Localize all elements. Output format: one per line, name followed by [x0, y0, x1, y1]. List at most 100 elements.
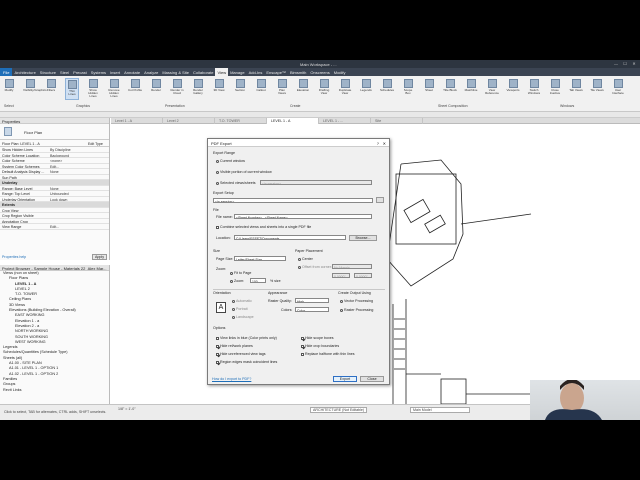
ribbon-button[interactable]: Section [233, 78, 247, 100]
ribbon-button[interactable]: Modify [2, 78, 16, 100]
portrait-label: Portrait [236, 307, 248, 311]
ribbon-button-label: Filters [46, 88, 56, 92]
apply-button[interactable]: Apply [92, 254, 107, 260]
ribbon-button[interactable]: View Reference [485, 78, 499, 100]
ribbon-button[interactable]: Sheet [422, 78, 436, 100]
ribbon-button[interactable]: Plan Views [275, 78, 289, 100]
ribbon-button[interactable]: Scope Box [401, 78, 415, 100]
property-value[interactable]: Edit... [50, 225, 100, 229]
design-option-selector[interactable]: Main Model [410, 407, 470, 413]
ribbon-button[interactable]: Duplicate View [338, 78, 352, 100]
center-radio[interactable]: Center [298, 257, 313, 261]
ribbon-button[interactable]: Tile Views [590, 78, 604, 100]
close-dialog-button[interactable]: Close [360, 376, 384, 382]
ribbon-button[interactable]: Thin Lines [65, 78, 79, 100]
dialog-close-icon[interactable]: ✕ [383, 141, 386, 146]
zoom-radio[interactable]: Zoom: [230, 279, 244, 283]
colors-select[interactable]: Color [295, 307, 329, 312]
ribbon-button[interactable]: Title Block [443, 78, 457, 100]
ribbon-button[interactable]: Show Hidden Lines [86, 78, 100, 100]
ribbon-button[interactable]: Filters [44, 78, 58, 100]
type-selector[interactable]: Floor Plan [0, 124, 109, 140]
page-size-select[interactable]: Letter/Sheet Size [234, 256, 286, 261]
property-value[interactable]: None [50, 170, 100, 174]
letterbox-bottom [0, 420, 640, 480]
export-button[interactable]: Export [333, 376, 357, 382]
offset-y-input[interactable]: 0.0000" [354, 273, 372, 278]
ribbon-button[interactable]: Viewports [506, 78, 520, 100]
radio-icon [232, 299, 235, 303]
instance-selector[interactable]: Floor Plan: LEVEL 1 - A [2, 142, 40, 146]
property-row[interactable]: View Range Edit... [0, 224, 109, 230]
property-value[interactable]: Look down [50, 198, 100, 202]
landscape-radio[interactable]: Landscape [232, 315, 254, 319]
offset-x-input[interactable]: 0.0000" [332, 273, 350, 278]
appearance-label: Appearance [268, 291, 288, 295]
edit-type-button[interactable]: Edit Type [88, 142, 103, 146]
selected-views-field[interactable]: <in session> [260, 180, 372, 185]
property-value[interactable]: Edit... [50, 165, 100, 169]
hide-unref-tags-checkbox[interactable]: Hide unreferenced view tags [216, 352, 266, 356]
ribbon-button[interactable]: Schedules [380, 78, 394, 100]
region-edges-checkbox[interactable]: Region edges mask coincident lines [216, 360, 277, 364]
ribbon-button[interactable]: User Interface [611, 78, 625, 100]
ribbon-button[interactable]: Render Gallery [191, 78, 205, 100]
replace-halftone-checkbox[interactable]: Replace halftone with thin lines [301, 352, 355, 356]
combine-checkbox[interactable]: Combine selected views and sheets into a… [216, 225, 311, 229]
browser-item[interactable]: Revit Links [0, 388, 109, 393]
ribbon-button[interactable]: Legends [359, 78, 373, 100]
visible-portion-radio[interactable]: Visible portion of current window [216, 170, 272, 174]
ribbon-button[interactable]: Drafting View [317, 78, 331, 100]
ribbon-button[interactable]: Render [149, 78, 163, 100]
ribbon-icon [256, 79, 266, 88]
zoom-input[interactable]: 100 [250, 278, 266, 283]
ribbon-button[interactable]: Cut Profile [128, 78, 142, 100]
offset-radio[interactable]: Offset from corner: [298, 265, 332, 269]
hide-crop-checkbox[interactable]: Hide crop boundaries [301, 344, 339, 348]
margin-select[interactable]: No Margin [332, 264, 372, 269]
selected-views-radio[interactable]: Selected views/sheets [216, 181, 256, 185]
ribbon-button[interactable]: Remove Hidden Lines [107, 78, 121, 100]
how-to-export-link[interactable]: How do I export to PDF? [212, 377, 251, 381]
ribbon-button-label: Section [234, 88, 245, 92]
location-input[interactable]: C:\Users\ESSET\Documents [234, 235, 346, 240]
links-blue-checkbox[interactable]: View links in blue (Color prints only) [216, 336, 277, 340]
ribbon-button[interactable]: Switch Windows [527, 78, 541, 100]
maximize-button[interactable]: ☐ [621, 61, 629, 67]
property-value[interactable]: Unbounded [50, 192, 100, 196]
ribbon-button[interactable]: Callout [254, 78, 268, 100]
ribbon-button[interactable]: Close Inactive [548, 78, 562, 100]
raster-processing-radio[interactable]: Raster Processing [340, 308, 373, 312]
fit-to-page-radio[interactable]: Fit to Page [230, 271, 251, 275]
ribbon-button[interactable]: Visibility/Graphics [23, 78, 47, 100]
property-value[interactable]: By Discipline [50, 148, 100, 152]
ribbon-button[interactable]: Render in Cloud [170, 78, 184, 100]
browse-button[interactable]: Browse... [349, 235, 377, 241]
ribbon-icon [466, 79, 476, 88]
portrait-radio[interactable]: Portrait [232, 307, 248, 311]
property-value[interactable]: Background [50, 154, 100, 158]
vector-processing-radio[interactable]: Vector Processing [340, 299, 373, 303]
ribbon-button[interactable]: Matchline [464, 78, 478, 100]
file-name-input[interactable]: <Sheet Number> - <Sheet Name> [234, 214, 372, 219]
property-value[interactable]: <none> [50, 159, 100, 163]
ribbon-icon [235, 79, 245, 88]
properties-help-link[interactable]: Properties help [2, 255, 26, 259]
property-value[interactable]: None [50, 187, 100, 191]
export-setup-select[interactable]: <in-session> [213, 198, 373, 203]
minimize-button[interactable]: — [612, 61, 620, 67]
workset-selector[interactable]: ARCHITECTURE (Not Editable) [310, 407, 368, 413]
automatic-radio[interactable]: Automatic [232, 299, 252, 303]
current-window-radio[interactable]: Current window [216, 159, 245, 163]
close-button[interactable]: ✕ [630, 61, 638, 67]
view-scale[interactable]: 1/8" = 1'-0" [118, 407, 136, 411]
raster-quality-select[interactable]: High [295, 298, 329, 303]
ribbon-button[interactable]: Tab Views [569, 78, 583, 100]
hide-ref-planes-checkbox[interactable]: Hide ref/work planes [216, 344, 253, 348]
hide-scope-boxes-checkbox[interactable]: Hide scope boxes [301, 336, 334, 340]
ribbon-button-label: View Reference [485, 88, 499, 95]
ribbon-button[interactable]: Elevation [296, 78, 310, 100]
help-icon[interactable]: ? [377, 141, 379, 146]
setup-options-button[interactable] [376, 197, 384, 203]
ribbon-button[interactable]: 3D View [212, 78, 226, 100]
